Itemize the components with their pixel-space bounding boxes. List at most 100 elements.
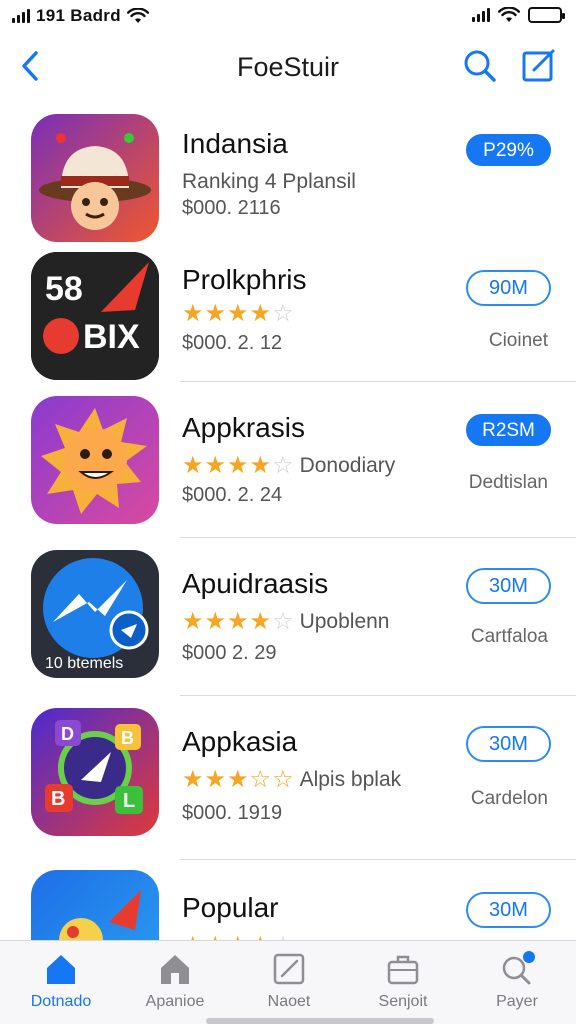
status-carrier-text: 191 Badrd bbox=[36, 6, 121, 25]
app-list: Indansia Ranking 4 Pplansil $000. 2116 P… bbox=[0, 104, 576, 940]
store-icon bbox=[161, 955, 189, 984]
wifi-icon bbox=[126, 8, 149, 23]
compose-button[interactable] bbox=[520, 48, 558, 84]
tab-apanioe[interactable]: Apanioe bbox=[120, 947, 230, 1011]
star-full-icon: ★ bbox=[249, 300, 272, 327]
star-full-icon: ★ bbox=[182, 766, 204, 793]
tab-label: Payer bbox=[496, 993, 538, 1010]
tab-payer[interactable]: Payer bbox=[462, 947, 572, 1011]
get-button[interactable]: 30M bbox=[466, 726, 551, 762]
battery-icon bbox=[528, 7, 565, 23]
app-rating-visible: ★ ★ ★ ☆ ☆ Alpis bplak bbox=[182, 768, 401, 792]
app-icon-sun bbox=[31, 396, 159, 524]
app-meta: Cardelon bbox=[470, 788, 548, 809]
get-button[interactable]: 30M bbox=[466, 568, 551, 604]
star-full-icon: ★ bbox=[227, 766, 249, 793]
app-subtitle: Ranking 4 Pplansil bbox=[182, 170, 356, 194]
star-full-icon: ★ bbox=[227, 608, 249, 635]
star-full-icon: ★ bbox=[249, 452, 272, 479]
tab-label: Dotnado bbox=[30, 993, 92, 1010]
get-button[interactable]: 30M bbox=[466, 892, 551, 928]
get-button[interactable]: 90M bbox=[466, 270, 551, 306]
tab-bar: Dotnado Apanioe Naoet Senjoit Payer bbox=[0, 940, 576, 1024]
compose-icon bbox=[522, 49, 555, 82]
block-letter-3: B bbox=[51, 788, 65, 810]
search-icon bbox=[464, 50, 496, 82]
app-meta: Dedtislan bbox=[468, 472, 548, 493]
get-button[interactable]: R2SM bbox=[466, 414, 551, 446]
app-meta: Cioinet bbox=[488, 330, 548, 351]
status-bar: 191 Badrd bbox=[0, 0, 576, 34]
list-item[interactable]: Indansia Ranking 4 Pplansil $000. 2116 P… bbox=[0, 104, 576, 250]
tab-naoet[interactable]: Naoet bbox=[234, 947, 344, 1011]
search-button[interactable] bbox=[462, 48, 498, 84]
list-item[interactable]: 10 btemels Apuidraasis ★ ★ ★ ★ ☆ Upoblen… bbox=[0, 538, 576, 696]
block-letter-1: D bbox=[61, 724, 74, 744]
cellular-signal-icon bbox=[472, 8, 490, 22]
tab-label: Apanioe bbox=[145, 993, 205, 1010]
home-icon bbox=[47, 955, 75, 984]
app-price: $000. 2116 bbox=[182, 197, 281, 219]
rating-stars: ★ ★ ★ ★ ☆ bbox=[182, 302, 294, 326]
rating-stars: ★ ★ ★ ★ ☆ bbox=[182, 610, 294, 634]
app-name: Indansia bbox=[182, 128, 288, 159]
search-badge-icon bbox=[502, 951, 535, 985]
app-name: Appkrasis bbox=[182, 412, 305, 443]
app-icon-letter-blocks: D B B L bbox=[31, 708, 159, 836]
star-outline-icon: ☆ bbox=[272, 766, 294, 793]
star-full-icon: ★ bbox=[204, 452, 227, 479]
status-right bbox=[472, 7, 565, 23]
block-letter-4: L bbox=[123, 790, 135, 812]
star-full-icon: ★ bbox=[182, 608, 204, 635]
rating-stars: ★ ★ ★ ★ ☆ bbox=[182, 454, 294, 478]
tab-label: Naoet bbox=[267, 993, 311, 1010]
star-outline-icon: ☆ bbox=[249, 766, 272, 793]
list-item[interactable]: Appkrasis ★ ★ ★ ★ ☆ Donodiary $000. 2. 2… bbox=[0, 382, 576, 538]
app-icon-bix: 58 BIX bbox=[31, 252, 159, 380]
star-full-icon: ★ bbox=[204, 608, 227, 635]
app-icon-popular bbox=[31, 870, 159, 940]
star-empty-icon: ☆ bbox=[272, 300, 294, 327]
app-subtitle-text: Alpis bplak bbox=[299, 768, 402, 791]
star-empty-icon: ☆ bbox=[272, 452, 294, 479]
star-full-icon: ★ bbox=[204, 300, 227, 327]
app-icon-messenger: 10 btemels bbox=[31, 550, 159, 678]
tab-dotnado[interactable]: Dotnado bbox=[6, 947, 116, 1011]
cellular-signal-icon bbox=[12, 9, 30, 23]
app-price: $000. 2. 12 bbox=[182, 332, 283, 354]
app-price: $000 2. 29 bbox=[182, 642, 277, 664]
app-name: Appkasia bbox=[182, 726, 298, 757]
app-name: Prolkphris bbox=[182, 264, 307, 295]
star-full-icon: ★ bbox=[182, 452, 204, 479]
briefcase-icon bbox=[387, 955, 419, 985]
status-left: 191 Badrd bbox=[12, 6, 149, 26]
get-button[interactable]: P29% bbox=[466, 134, 551, 166]
star-full-icon: ★ bbox=[249, 608, 272, 635]
rating-stars: ★ ★ ★ ☆ ☆ bbox=[182, 768, 294, 792]
app2-icon-number: 58 bbox=[45, 270, 83, 308]
list-item[interactable]: 58 BIX Prolkphris ★ ★ ★ ★ ☆ $000. 2. 12 … bbox=[0, 250, 576, 382]
app-rating: ★ ★ ★ ★ ☆ Upoblenn bbox=[182, 610, 389, 634]
navigation-bar: FoeStuir bbox=[0, 34, 576, 98]
app-subtitle-text: Ranking 4 Pplansil bbox=[182, 170, 356, 193]
app4-icon-text: 10 btemels bbox=[45, 655, 123, 672]
list-item[interactable]: D B B L Appkasia ★ ★ ★ ☆ ☆ Alpis bplak $… bbox=[0, 696, 576, 860]
app-subtitle-text: Donodiary bbox=[299, 454, 396, 477]
list-item[interactable]: Popular ★ ★ ★ ★ ☆ 30M bbox=[0, 860, 576, 940]
star-empty-icon: ☆ bbox=[272, 608, 294, 635]
home-indicator bbox=[206, 1018, 434, 1024]
block-letter-2: B bbox=[121, 728, 134, 748]
tab-senjoit[interactable]: Senjoit bbox=[348, 947, 458, 1011]
app-rating: ★ ★ ★ ★ ☆ Donodiary bbox=[182, 454, 395, 478]
star-full-icon: ★ bbox=[204, 766, 227, 793]
star-full-icon: ★ bbox=[227, 300, 249, 327]
tab-label: Senjoit bbox=[378, 993, 428, 1010]
app-icon-explorer-hat bbox=[31, 114, 159, 242]
star-full-icon: ★ bbox=[227, 452, 249, 479]
app-price: $000. 2. 24 bbox=[182, 484, 283, 506]
app-name: Apuidraasis bbox=[182, 568, 329, 599]
app-name: Popular bbox=[182, 892, 279, 923]
edit-icon bbox=[273, 953, 305, 985]
star-full-icon: ★ bbox=[182, 300, 204, 327]
app2-icon-letters: BIX bbox=[83, 318, 140, 356]
